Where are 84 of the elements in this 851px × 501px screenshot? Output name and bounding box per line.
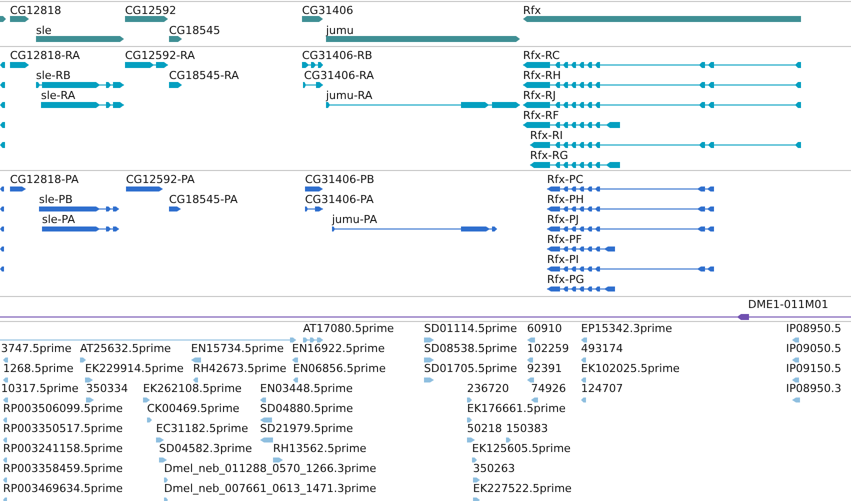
feature-label: Rfx-PG (547, 273, 584, 286)
feature-label: RP003241158.5prime (3, 442, 123, 455)
feature-label: sle-RB (36, 69, 71, 82)
feature-label: CG12818 (10, 4, 62, 17)
feature-label: IP09050.5 (786, 342, 842, 355)
feature-label: Rfx-PJ (547, 213, 579, 226)
feature-label: Rfx-RC (523, 49, 560, 62)
feature-label: 350334 (86, 382, 128, 395)
feature-label: sle (36, 24, 52, 37)
feature-label: IP08950.5 (786, 322, 842, 335)
feature-label: Rfx-PI (547, 253, 579, 266)
feature-label: EN06856.5prime (293, 362, 386, 375)
feature-label: EK125605.5prime (472, 442, 571, 455)
feature-label: jumu-RA (326, 89, 372, 102)
feature-label: EP15342.3prime (581, 322, 672, 335)
feature-label: SD21979.5prime (260, 422, 353, 435)
feature-label: CG12592-RA (125, 49, 195, 62)
feature-label: 3747.5prime (1, 342, 72, 355)
feature-label: IP09150.5 (786, 362, 842, 375)
feature-label: AT25632.5prime (80, 342, 171, 355)
feature-label: EK229914.5prime (85, 362, 184, 375)
feature-label: Rfx-RF (523, 109, 559, 122)
feature-label: RH42673.5prime (193, 362, 286, 375)
feature-label: CG18545 (169, 24, 220, 37)
feature-label: SD01705.5prime (424, 362, 517, 375)
feature-label: EK227522.5prime (473, 482, 572, 495)
feature-label: SD01114.5prime (424, 322, 517, 335)
feature-label: RH13562.5prime (273, 442, 366, 455)
feature-label: Rfx-RI (530, 129, 563, 142)
feature-label: Rfx-PC (547, 173, 584, 186)
feature-label: CG31406 (302, 4, 354, 17)
feature-label: 102259 (527, 342, 569, 355)
feature-label: Rfx-PH (547, 193, 584, 206)
feature-label: jumu-PA (332, 213, 378, 226)
feature-label: RP003506099.5prime (3, 402, 123, 415)
feature-label: sle-RA (41, 89, 76, 102)
feature-label: RP003469634.5prime (3, 482, 123, 495)
feature-label: CG31406-RA (304, 69, 374, 82)
feature-label: jumu (326, 24, 354, 37)
feature-label: 236720 (467, 382, 509, 395)
feature-label: RP003358459.5prime (3, 462, 123, 475)
feature-label: 50218 (467, 422, 502, 435)
feature-label: 1268.5prime (3, 362, 74, 375)
feature-label: Dmel_neb_011288_0570_1266.3prime (164, 462, 376, 475)
feature-label: CK00469.5prime (147, 402, 240, 415)
feature-label: Dmel_neb_007661_0613_1471.3prime (164, 482, 376, 495)
feature-label: sle-PA (42, 213, 75, 226)
feature-label: EC31182.5prime (156, 422, 248, 435)
feature-label: AT17080.5prime (303, 322, 394, 335)
feature-label: SD04582.3prime (159, 442, 252, 455)
feature-label: Rfx-RJ (523, 89, 556, 102)
feature-label: CG31406-PB (305, 173, 374, 186)
feature-label: EK262108.5prime (143, 382, 242, 395)
feature-label: 92391 (527, 362, 562, 375)
feature-label: 493174 (581, 342, 623, 355)
feature-label: DME1-011M01 (748, 298, 828, 311)
feature-label: EK176661.5prime (467, 402, 566, 415)
feature-label: Rfx (523, 4, 542, 17)
feature-label: EN03448.5prime (260, 382, 353, 395)
feature-label: EN15734.5prime (191, 342, 284, 355)
feature-label: CG31406-PA (305, 193, 374, 206)
feature-label: EN16922.5prime (292, 342, 385, 355)
feature-label: EK102025.5prime (581, 362, 680, 375)
feature-label: sle-PB (39, 193, 73, 206)
feature-label: CG18545-PA (169, 193, 238, 206)
feature-label: CG12818-PA (10, 173, 79, 186)
feature-label: SD08538.5prime (424, 342, 517, 355)
feature-label: CG12818-RA (10, 49, 80, 62)
feature-label: 150383 (506, 422, 548, 435)
feature-label: Rfx-RH (523, 69, 561, 82)
feature-label: CG12592-PA (126, 173, 195, 186)
feature-label: SD04880.5prime (260, 402, 353, 415)
feature-label: 10317.5prime (1, 382, 79, 395)
feature-label: 60910 (527, 322, 562, 335)
feature-label: RP003350517.5prime (3, 422, 123, 435)
feature-label: IP08950.3 (786, 382, 842, 395)
feature-label: CG12592 (125, 4, 176, 17)
feature-label: 350263 (473, 462, 515, 475)
feature-label: Rfx-PF (547, 233, 582, 246)
feature-label: 124707 (581, 382, 623, 395)
feature-label: CG18545-RA (169, 69, 239, 82)
feature-label: CG31406-RB (302, 49, 372, 62)
feature-label: 74926 (531, 382, 566, 395)
feature-label: Rfx-RG (530, 149, 568, 162)
